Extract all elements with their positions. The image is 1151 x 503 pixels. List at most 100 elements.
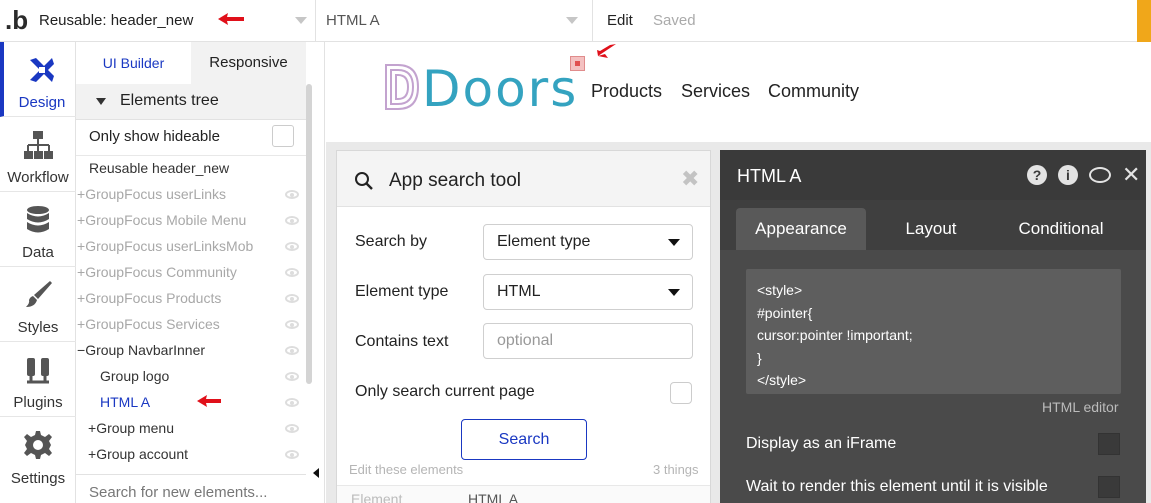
comment-icon[interactable] [1089,167,1111,183]
elements-tree-title: Elements tree [120,92,219,109]
property-editor-header: HTML A ? i ✕ [720,150,1146,200]
nav-label: Data [22,244,54,261]
doors-logo[interactable]: Doors [384,62,576,114]
html-editor-label: HTML editor [1042,399,1119,415]
eye-icon[interactable] [285,320,299,329]
search-tool-header: App search tool ✖ [337,151,710,207]
annotation-arrow-icon [597,44,616,58]
database-icon [27,206,49,233]
nav-label: Workflow [7,169,69,186]
wait-render-option-label: Wait to render this element until it is … [746,478,1048,495]
tree-item[interactable]: +GroupFocus Mobile Menu [76,208,306,234]
page-selector[interactable]: Reusable: header_new [31,0,316,42]
tree-item[interactable]: +GroupFocus Community [76,260,306,286]
element-type-select[interactable]: HTML [483,274,693,310]
nav-workflow[interactable]: Workflow [0,117,76,192]
html-element-marker[interactable] [570,56,585,71]
tree-item-reusable[interactable]: Reusable header_new [76,156,306,182]
eye-icon[interactable] [285,372,299,381]
tree-item[interactable]: +GroupFocus Services [76,312,306,338]
doors-d-icon [385,64,420,110]
elements-panel: UI Builder Responsive Elements tree Only… [76,42,325,503]
nav-label: Styles [17,319,59,336]
current-page-checkbox[interactable] [670,382,692,404]
logo-text: Doors [422,60,579,118]
triangle-down-icon [96,98,106,105]
eye-icon[interactable] [285,450,299,459]
eye-icon[interactable] [285,424,299,433]
code-line: </style> [757,372,807,388]
tab-appearance[interactable]: Appearance [736,208,866,250]
hideable-checkbox[interactable] [272,125,294,147]
nav-design[interactable]: Design [0,42,76,117]
tree-item[interactable]: +GroupFocus Products [76,286,306,312]
tree-item-navbarinner[interactable]: −Group NavbarInner [76,338,306,364]
code-line: cursor:pointer !important; [757,327,913,343]
close-icon[interactable]: ✕ [1122,162,1140,188]
nav-styles[interactable]: Styles [0,267,76,342]
code-line: <style> [757,282,803,298]
tab-conditional[interactable]: Conditional [996,208,1126,250]
nav-data[interactable]: Data [0,192,76,267]
html-code-editor[interactable]: <style> #pointer{ cursor:pointer !import… [746,269,1121,394]
header-link-community[interactable]: Community [768,81,859,102]
search-button[interactable]: Search [461,419,587,460]
property-editor: HTML A ? i ✕ Appearance Layout Condition… [720,150,1146,503]
new-elements-search[interactable]: Search for new elements... [76,474,306,503]
upgrade-tab[interactable] [1137,0,1151,42]
tab-layout[interactable]: Layout [866,208,996,250]
new-elements-search-placeholder: Search for new elements... [89,484,268,501]
eye-icon[interactable] [285,190,299,199]
bubble-logo[interactable]: .b [0,0,31,42]
iframe-option-label: Display as an iFrame [746,435,897,452]
results-row-value[interactable]: HTML A [468,491,518,503]
gear-icon [24,431,52,459]
design-icon [30,58,54,82]
eye-icon[interactable] [285,216,299,225]
hideable-filter: Only show hideable [76,120,306,156]
hideable-label: Only show hideable [89,128,220,145]
help-icon[interactable]: ? [1027,165,1047,185]
property-editor-title: HTML A [737,166,802,186]
eye-icon[interactable] [285,346,299,355]
nav-settings[interactable]: Settings [0,417,76,492]
eye-icon[interactable] [285,242,299,251]
elements-tree-header[interactable]: Elements tree [76,84,306,120]
save-status: Saved [653,12,696,29]
eye-icon[interactable] [285,294,299,303]
tab-ui-builder[interactable]: UI Builder [76,42,191,84]
close-icon[interactable]: ✖ [681,166,699,192]
plug-icon [27,358,49,384]
iframe-checkbox[interactable] [1098,433,1120,455]
tree-item-group-menu[interactable]: +Group menu [76,416,306,442]
code-line: #pointer{ [757,304,813,321]
element-selector-value: HTML A [326,12,380,29]
header-link-products[interactable]: Products [591,81,662,102]
wait-render-checkbox[interactable] [1098,476,1120,498]
current-page-label: Only search current page [355,383,535,400]
contains-text-input[interactable]: optional [483,323,693,359]
header-link-services[interactable]: Services [681,81,750,102]
panel-scrollbar[interactable] [306,84,312,384]
eye-icon[interactable] [285,268,299,277]
edit-menu[interactable]: Edit [607,12,633,29]
search-by-select[interactable]: Element type [483,224,693,260]
eye-icon[interactable] [285,398,299,407]
tree-item-html-a[interactable]: HTML A [76,390,306,416]
tree-item[interactable]: +GroupFocus userLinks [76,182,306,208]
tree-item[interactable]: +GroupFocus userLinksMob [76,234,306,260]
nav-plugins[interactable]: Plugins [0,342,76,417]
collapse-panel-icon[interactable] [313,468,319,478]
element-selector[interactable]: HTML A [316,0,593,42]
chevron-down-icon [668,239,680,246]
page-selector-value: Reusable: header_new [39,12,194,29]
edit-these-elements-link[interactable]: Edit these elements [349,462,463,477]
element-type-value: HTML [497,283,541,300]
tab-responsive[interactable]: Responsive [191,42,306,84]
chevron-down-icon [566,17,578,24]
top-bar: .b Reusable: header_new HTML A Edit Save… [0,0,1151,42]
search-tool-title: App search tool [389,170,522,191]
info-icon[interactable]: i [1058,165,1078,185]
tree-item-group-account[interactable]: +Group account [76,442,306,468]
tree-item-group-logo[interactable]: Group logo [76,364,306,390]
